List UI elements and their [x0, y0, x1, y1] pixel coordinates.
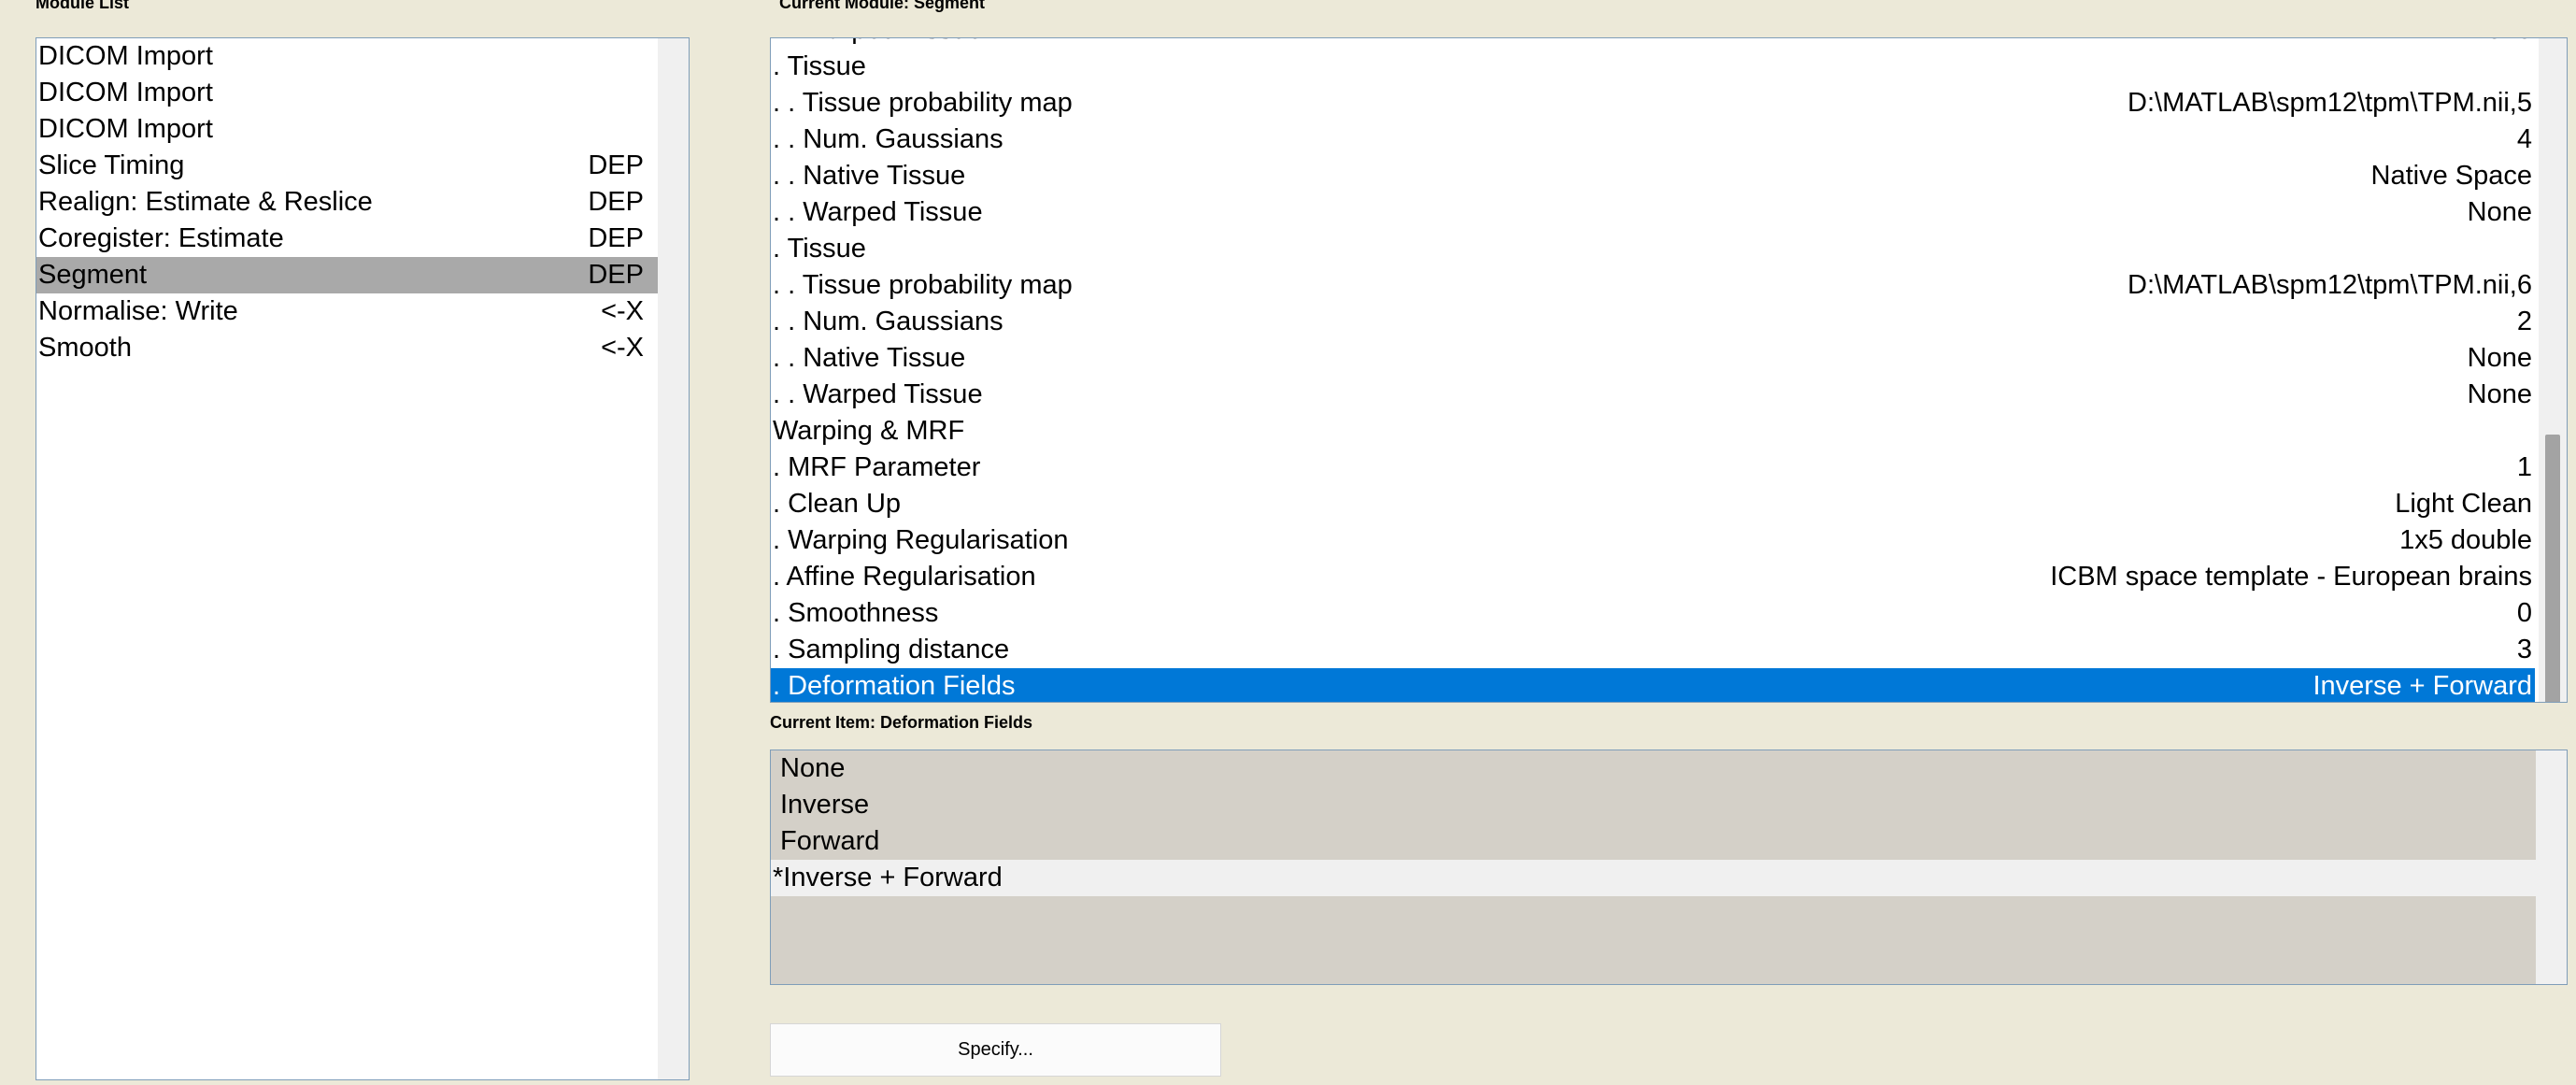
module-option-row[interactable]: . . Warped Tissue None [771, 377, 2535, 413]
module-option-row[interactable]: . . Num. Gaussians 2 [771, 304, 2535, 340]
module-option-row[interactable]: . Clean Up Light Clean [771, 486, 2535, 522]
module-status: DEP [588, 223, 644, 253]
item-option[interactable]: None [771, 750, 2536, 787]
module-name: Smooth [38, 333, 132, 363]
module-list-item[interactable]: Normalise: Write <-X [36, 293, 658, 330]
option-value: 4 [2516, 124, 2532, 154]
item-option[interactable]: Forward [771, 823, 2536, 860]
option-name: . MRF Parameter [773, 452, 981, 482]
option-value: D:\MATLAB\spm12\tpm\TPM.nii,6 [2128, 270, 2532, 300]
option-value: Native Space [2370, 161, 2533, 191]
item-option-label: *Inverse + Forward [773, 863, 1003, 892]
module-list-item[interactable]: DICOM Import [36, 38, 658, 75]
module-list[interactable]: DICOM Import DICOM Import DICOM Import Slic… [36, 37, 690, 1080]
option-value: None [2467, 379, 2532, 409]
option-name: . . Warped Tissue [773, 197, 983, 227]
option-name: . . Tissue probability map [773, 270, 1073, 300]
module-option-row[interactable]: . Deformation Fields Inverse + Forward [771, 668, 2535, 702]
option-name: . Deformation Fields [773, 671, 1016, 701]
option-value: None [2467, 197, 2532, 227]
option-name: . Clean Up [773, 489, 902, 519]
module-list-item[interactable]: DICOM Import [36, 111, 658, 148]
module-status: <-X [601, 333, 644, 363]
module-list-item[interactable]: Segment DEP [36, 257, 658, 293]
module-list-item[interactable]: Realign: Estimate & Reslice DEP [36, 184, 658, 221]
option-name: . . Warped Tissue [773, 38, 983, 49]
item-options-scrollbar[interactable] [2536, 750, 2567, 984]
module-name: Normalise: Write [38, 296, 238, 326]
module-option-row[interactable]: . . Native Tissue Native Space [771, 158, 2535, 194]
module-status: <-X [601, 296, 644, 326]
specify-button[interactable]: Specify... [770, 1023, 1221, 1077]
module-list-item[interactable]: Slice Timing DEP [36, 148, 658, 184]
item-option-label: Inverse [780, 790, 870, 820]
option-name: . Sampling distance [773, 635, 1010, 664]
option-value: ICBM space template - European brains [2050, 562, 2532, 592]
module-name: DICOM Import [38, 41, 213, 71]
module-option-row[interactable]: Warping & MRF [771, 413, 2535, 450]
module-status: DEP [588, 150, 644, 180]
option-value: Inverse + Forward [2313, 671, 2532, 701]
module-list-item[interactable]: Coregister: Estimate DEP [36, 221, 658, 257]
option-name: . Tissue [773, 234, 866, 264]
module-option-row[interactable]: . MRF Parameter 1 [771, 450, 2535, 486]
item-option-label: None [780, 753, 846, 783]
current-module-label: Current Module: Segment [779, 0, 986, 12]
module-option-row[interactable]: . Tissue [771, 231, 2535, 267]
option-name: . . Warped Tissue [773, 379, 983, 409]
option-name: . Affine Regularisation [773, 562, 1036, 592]
option-value: 1 [2516, 452, 2532, 482]
module-option-row[interactable]: . Warping Regularisation 1x5 double [771, 522, 2535, 559]
module-option-row[interactable]: . Affine Regularisation ICBM space templa… [771, 559, 2535, 595]
tree-scrollbar-thumb[interactable] [2545, 435, 2560, 702]
module-option-row[interactable]: . . Tissue probability map D:\MATLAB\spm1… [771, 267, 2535, 304]
current-item-options[interactable]: None Inverse Forward *Inverse + Forward [770, 750, 2568, 985]
option-value: 3 [2516, 635, 2532, 664]
module-list-label: Module List [36, 0, 129, 12]
module-list-item[interactable]: DICOM Import [36, 75, 658, 111]
option-name: . Warping Regularisation [773, 525, 1069, 555]
module-status: DEP [588, 260, 644, 290]
item-option-label: Forward [780, 826, 880, 856]
option-value: None [2467, 343, 2532, 373]
option-value: Light Clean [2395, 489, 2532, 519]
option-value: 0 [2516, 598, 2532, 628]
module-option-row[interactable]: . . Warped Tissue None [771, 194, 2535, 231]
module-status: DEP [588, 187, 644, 217]
option-value: None [2468, 38, 2532, 49]
tree-scrollbar[interactable] [2539, 38, 2567, 702]
option-name: . . Num. Gaussians [773, 124, 1003, 154]
module-option-row[interactable]: . . Warped Tissue None [771, 38, 2535, 49]
module-option-row[interactable]: . Smoothness 0 [771, 595, 2535, 632]
current-module-tree[interactable]: . . Warped TissueNone. Tissue. . Tissue … [770, 37, 2568, 703]
option-value: 1x5 double [2399, 525, 2532, 555]
current-item-label: Current Item: Deformation Fields [770, 713, 1033, 732]
option-name: . . Native Tissue [773, 343, 966, 373]
module-name: Realign: Estimate & Reslice [38, 187, 373, 217]
item-option[interactable]: Inverse [771, 787, 2536, 823]
option-name: . Smoothness [773, 598, 939, 628]
option-name: . Tissue [773, 51, 866, 81]
item-option[interactable]: *Inverse + Forward [771, 860, 2536, 896]
option-name: . . Native Tissue [773, 161, 966, 191]
module-option-row[interactable]: . . Tissue probability map D:\MATLAB\spm1… [771, 85, 2535, 121]
module-list-item[interactable]: Smooth <-X [36, 330, 658, 366]
option-name: . . Tissue probability map [773, 88, 1073, 118]
module-name: DICOM Import [38, 78, 213, 107]
option-name: Warping & MRF [773, 416, 965, 446]
module-option-row[interactable]: . Sampling distance 3 [771, 632, 2535, 668]
module-list-scrollbar[interactable] [658, 38, 689, 1079]
option-value: D:\MATLAB\spm12\tpm\TPM.nii,5 [2128, 88, 2532, 118]
module-name: Coregister: Estimate [38, 223, 284, 253]
module-option-row[interactable]: . . Num. Gaussians 4 [771, 121, 2535, 158]
module-name: Slice Timing [38, 150, 185, 180]
option-name: . . Num. Gaussians [773, 307, 1003, 336]
module-option-row[interactable]: . . Native Tissue None [771, 340, 2535, 377]
module-option-row[interactable]: . Tissue [771, 49, 2535, 85]
module-name: DICOM Import [38, 114, 213, 144]
option-value: 2 [2516, 307, 2532, 336]
module-name: Segment [38, 260, 148, 290]
